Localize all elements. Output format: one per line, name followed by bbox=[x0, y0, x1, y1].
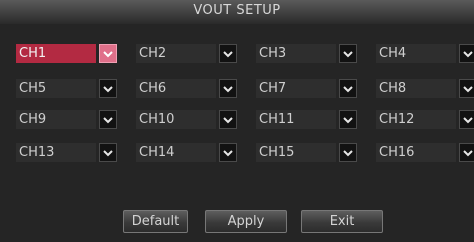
chevron-down-icon bbox=[103, 50, 113, 57]
chevron-down-icon bbox=[223, 116, 233, 123]
channel-select-ch15[interactable]: CH15 bbox=[256, 143, 358, 162]
chevron-down-icon bbox=[223, 85, 233, 92]
channel-label[interactable]: CH12 bbox=[376, 110, 456, 129]
channel-select-ch3[interactable]: CH3 bbox=[256, 44, 358, 63]
dropdown-button[interactable] bbox=[459, 44, 474, 63]
dropdown-button[interactable] bbox=[339, 143, 357, 162]
chevron-down-icon bbox=[103, 116, 113, 123]
chevron-down-icon bbox=[343, 50, 353, 57]
channel-label[interactable]: CH1 bbox=[16, 44, 96, 63]
channel-select-ch13[interactable]: CH13 bbox=[16, 143, 118, 162]
channel-label[interactable]: CH3 bbox=[256, 44, 336, 63]
chevron-down-icon bbox=[223, 149, 233, 156]
channel-label[interactable]: CH14 bbox=[136, 143, 216, 162]
channel-select-ch11[interactable]: CH11 bbox=[256, 110, 358, 129]
dropdown-button[interactable] bbox=[459, 110, 474, 129]
channel-label[interactable]: CH6 bbox=[136, 79, 216, 98]
dropdown-button[interactable] bbox=[219, 110, 237, 129]
dropdown-button[interactable] bbox=[459, 143, 474, 162]
channel-select-ch16[interactable]: CH16 bbox=[376, 143, 474, 162]
channel-select-ch7[interactable]: CH7 bbox=[256, 79, 358, 98]
channel-select-ch10[interactable]: CH10 bbox=[136, 110, 238, 129]
channel-select-ch4[interactable]: CH4 bbox=[376, 44, 474, 63]
dropdown-button[interactable] bbox=[99, 44, 117, 63]
channel-label[interactable]: CH2 bbox=[136, 44, 216, 63]
channel-label[interactable]: CH7 bbox=[256, 79, 336, 98]
channel-label[interactable]: CH16 bbox=[376, 143, 456, 162]
channel-label[interactable]: CH9 bbox=[16, 110, 96, 129]
chevron-down-icon bbox=[463, 50, 473, 57]
channel-label[interactable]: CH13 bbox=[16, 143, 96, 162]
channel-select-ch12[interactable]: CH12 bbox=[376, 110, 474, 129]
dropdown-button[interactable] bbox=[99, 79, 117, 98]
channel-select-ch8[interactable]: CH8 bbox=[376, 79, 474, 98]
vout-setup-window: VOUT SETUP CH1 CH2 CH3 CH4 CH5 CH6 CH7 CH8 CH9 CH… bbox=[0, 0, 474, 242]
channel-select-ch14[interactable]: CH14 bbox=[136, 143, 238, 162]
chevron-down-icon bbox=[463, 149, 473, 156]
dropdown-button[interactable] bbox=[99, 143, 117, 162]
apply-button[interactable]: Apply bbox=[205, 210, 287, 233]
chevron-down-icon bbox=[463, 85, 473, 92]
dropdown-button[interactable] bbox=[339, 110, 357, 129]
dropdown-button[interactable] bbox=[339, 79, 357, 98]
chevron-down-icon bbox=[343, 85, 353, 92]
dropdown-button[interactable] bbox=[219, 143, 237, 162]
channel-label[interactable]: CH5 bbox=[16, 79, 96, 98]
dropdown-button[interactable] bbox=[219, 79, 237, 98]
dropdown-button[interactable] bbox=[219, 44, 237, 63]
channel-label[interactable]: CH4 bbox=[376, 44, 456, 63]
channel-label[interactable]: CH10 bbox=[136, 110, 216, 129]
channel-label[interactable]: CH8 bbox=[376, 79, 456, 98]
chevron-down-icon bbox=[343, 116, 353, 123]
channel-select-ch6[interactable]: CH6 bbox=[136, 79, 238, 98]
dropdown-button[interactable] bbox=[339, 44, 357, 63]
chevron-down-icon bbox=[343, 149, 353, 156]
chevron-down-icon bbox=[463, 116, 473, 123]
dropdown-button[interactable] bbox=[459, 79, 474, 98]
channel-select-ch2[interactable]: CH2 bbox=[136, 44, 238, 63]
chevron-down-icon bbox=[223, 50, 233, 57]
channel-select-ch9[interactable]: CH9 bbox=[16, 110, 118, 129]
dropdown-button[interactable] bbox=[99, 110, 117, 129]
channel-label[interactable]: CH15 bbox=[256, 143, 336, 162]
chevron-down-icon bbox=[103, 85, 113, 92]
default-button[interactable]: Default bbox=[123, 210, 188, 233]
channel-select-ch5[interactable]: CH5 bbox=[16, 79, 118, 98]
channel-label[interactable]: CH11 bbox=[256, 110, 336, 129]
channel-select-ch1[interactable]: CH1 bbox=[16, 44, 118, 63]
chevron-down-icon bbox=[103, 149, 113, 156]
exit-button[interactable]: Exit bbox=[301, 210, 383, 233]
window-title: VOUT SETUP bbox=[193, 3, 281, 18]
